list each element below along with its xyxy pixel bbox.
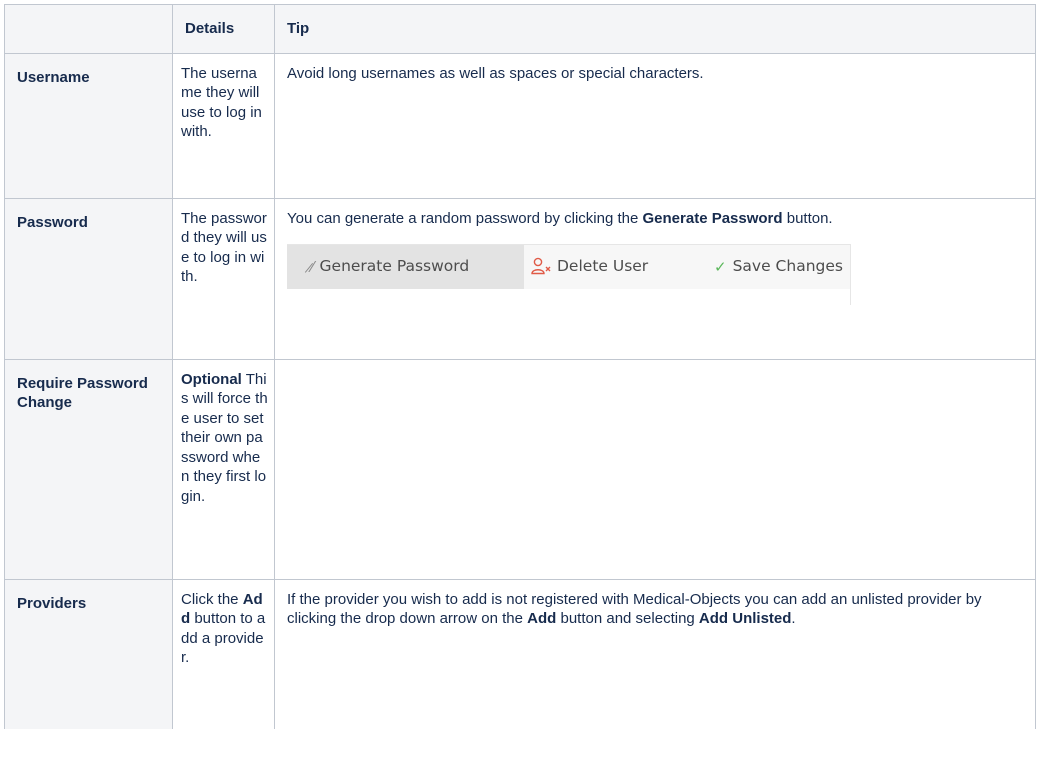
- details-optional-bold: Optional: [181, 370, 242, 388]
- row-label-providers: Providers: [4, 578, 173, 729]
- table-row-require-password-change: Require Password Change Optional This wi…: [4, 358, 1036, 580]
- row-tip-username: Avoid long usernames as well as spaces o…: [274, 52, 1036, 199]
- header-details: Details: [172, 4, 275, 54]
- row-label-password: Password: [4, 197, 173, 360]
- tip-password-post: button.: [782, 209, 833, 227]
- row-tip-password: You can generate a random password by cl…: [274, 197, 1036, 360]
- row-tip-providers: If the provider you wish to add is not r…: [274, 578, 1036, 729]
- table-row-username: Username The username they will use to l…: [4, 52, 1036, 199]
- header-tip: Tip: [274, 4, 1036, 54]
- remove-user-icon: [531, 257, 551, 278]
- header-empty: [4, 4, 173, 54]
- row-details-password: The password they will use to log in wit…: [172, 197, 275, 360]
- tip-providers-post: .: [791, 610, 796, 627]
- checkmark-icon: ✓: [714, 257, 727, 276]
- table-row-providers: Providers Click the Add button to add a …: [4, 578, 1036, 729]
- generate-password-button[interactable]: ⁄̷ Generate Password: [287, 245, 524, 289]
- magic-wand-icon: ⁄̷: [311, 257, 314, 276]
- tip-providers-bold-add: Add: [527, 610, 557, 627]
- save-changes-button[interactable]: ✓ Save Changes: [714, 245, 843, 289]
- details-providers-pre: Click the: [181, 590, 243, 608]
- table-row-password: Password The password they will use to l…: [4, 197, 1036, 360]
- table-header-row: Details Tip: [4, 4, 1036, 54]
- delete-user-button[interactable]: Delete User: [531, 245, 648, 289]
- tip-providers-mid: button and selecting: [556, 610, 699, 627]
- user-fields-table: Details Tip Username The username they w…: [4, 4, 1036, 729]
- row-label-require-password-change: Require Password Change: [4, 358, 173, 580]
- row-details-username: The username they will use to log in wit…: [172, 52, 275, 199]
- tip-password-bold: Generate Password: [642, 209, 783, 227]
- user-toolbar-screenshot: ⁄̷ Generate Password Delete User ✓ Save …: [287, 244, 851, 305]
- delete-user-label: Delete User: [557, 257, 649, 276]
- details-require-text: This will force the user to set their ow…: [181, 370, 268, 505]
- row-details-require-password-change: Optional This will force the user to set…: [172, 358, 275, 580]
- generate-password-label: Generate Password: [319, 257, 470, 276]
- tip-providers-bold-unlisted: Add Unlisted: [698, 610, 792, 627]
- row-tip-require-password-change: [274, 358, 1036, 580]
- row-details-providers: Click the Add button to add a provider.: [172, 578, 275, 729]
- save-changes-label: Save Changes: [732, 257, 843, 276]
- row-label-username: Username: [4, 52, 173, 199]
- tip-password-pre: You can generate a random password by cl…: [287, 209, 643, 227]
- details-providers-post: button to add a provider.: [181, 610, 266, 666]
